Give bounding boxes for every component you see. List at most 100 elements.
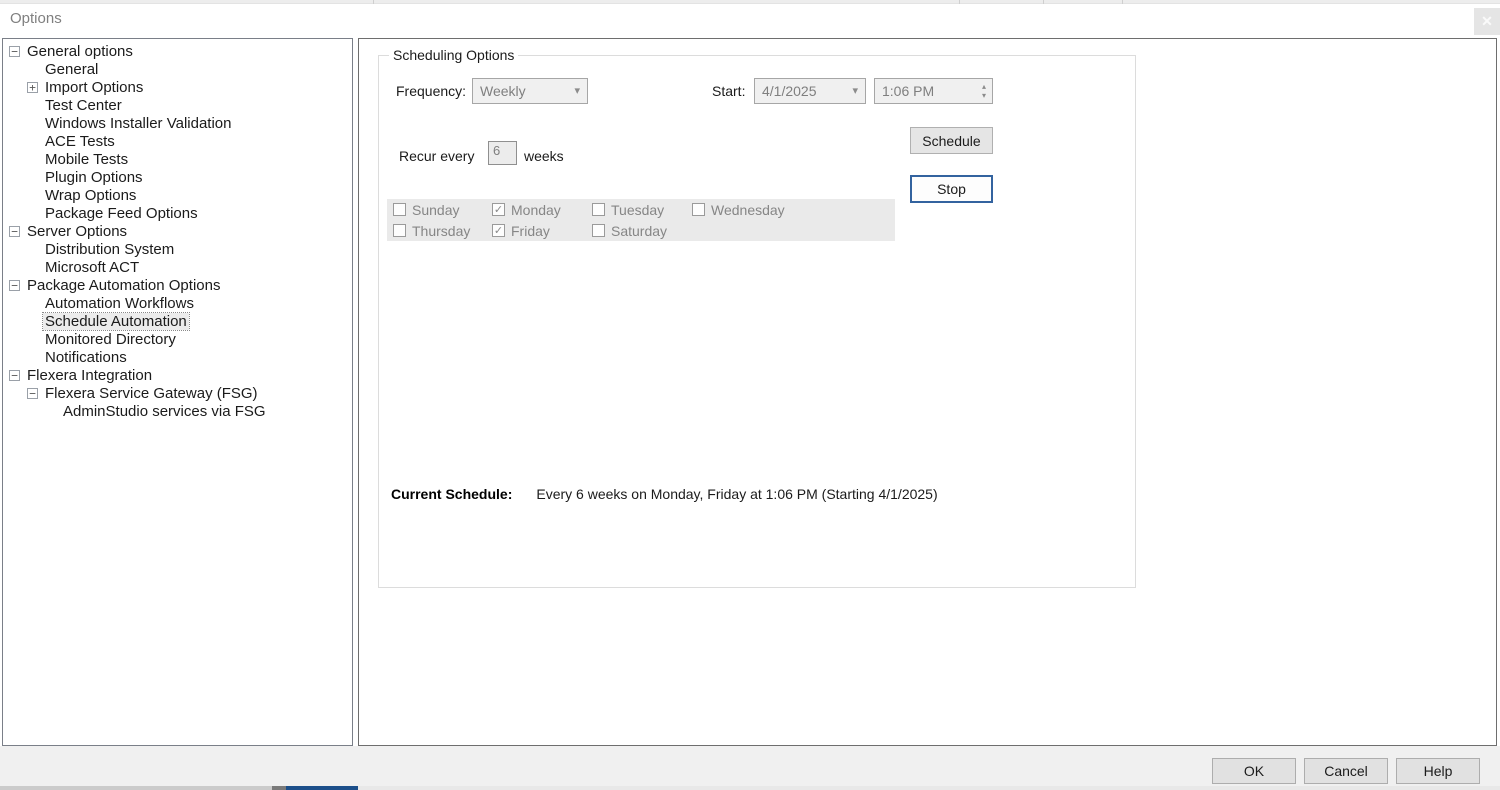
tree-item-package-feed-options[interactable]: Package Feed Options (3, 204, 352, 222)
frequency-value: Weekly (480, 83, 526, 99)
tree-item-label: Microsoft ACT (43, 259, 141, 276)
day-label: Sunday (412, 202, 459, 218)
day-label: Monday (511, 202, 561, 218)
collapse-icon[interactable]: − (9, 226, 20, 237)
scheduling-options-group: Scheduling Options Frequency: Weekly ▾ S… (378, 55, 1136, 588)
tree-item-label: ACE Tests (43, 133, 117, 150)
checkbox-unchecked-icon (393, 224, 406, 237)
recur-weeks-input[interactable]: 6 (488, 141, 517, 165)
tree-item-test-center[interactable]: Test Center (3, 96, 352, 114)
dialog-footer: OK Cancel Help (0, 746, 1500, 786)
recur-every-label: Recur every (399, 148, 474, 164)
chevron-down-icon: ▾ (852, 84, 858, 97)
tree-item-distribution-system[interactable]: Distribution System (3, 240, 352, 258)
start-label: Start: (712, 83, 745, 99)
day-checkbox-monday[interactable]: ✓ Monday (486, 199, 586, 220)
tree-item-server-options[interactable]: −Server Options (3, 222, 352, 240)
tree-item-schedule-automation[interactable]: Schedule Automation (3, 312, 352, 330)
start-date-value: 4/1/2025 (762, 83, 817, 99)
taskbar-edge (0, 786, 1500, 790)
frequency-select[interactable]: Weekly ▾ (472, 78, 588, 104)
cancel-button[interactable]: Cancel (1304, 758, 1388, 784)
day-checkbox-tuesday[interactable]: Tuesday (586, 199, 686, 220)
tree-item-mobile-tests[interactable]: Mobile Tests (3, 150, 352, 168)
main-panel: Scheduling Options Frequency: Weekly ▾ S… (358, 38, 1497, 746)
options-dialog: Options ✕ −General optionsGeneral+Import… (0, 0, 1500, 790)
help-button[interactable]: Help (1396, 758, 1480, 784)
collapse-icon[interactable]: − (9, 370, 20, 381)
background-toolbar-edge (0, 0, 1500, 4)
tree-item-general-options[interactable]: −General options (3, 42, 352, 60)
start-time-spinner[interactable]: 1:06 PM ▴▾ (874, 78, 993, 104)
tree-item-adminstudio-services-via-fsg[interactable]: AdminStudio services via FSG (3, 402, 352, 420)
tree-item-windows-installer-validation[interactable]: Windows Installer Validation (3, 114, 352, 132)
tree-item-label: AdminStudio services via FSG (61, 403, 268, 420)
tree-item-automation-workflows[interactable]: Automation Workflows (3, 294, 352, 312)
close-button[interactable]: ✕ (1474, 8, 1500, 35)
tree-item-general[interactable]: General (3, 60, 352, 78)
current-schedule-value: Every 6 weeks on Monday, Friday at 1:06 … (536, 486, 937, 502)
stop-button[interactable]: Stop (910, 175, 993, 203)
collapse-icon[interactable]: − (9, 46, 20, 57)
start-date-picker[interactable]: 4/1/2025 ▾ (754, 78, 866, 104)
collapse-icon[interactable]: − (27, 388, 38, 399)
tree-item-label: Server Options (25, 223, 129, 240)
taskbar-active-app-edge (286, 786, 358, 790)
options-tree: −General optionsGeneral+Import OptionsTe… (2, 38, 353, 746)
day-label: Thursday (412, 223, 470, 239)
tree-item-ace-tests[interactable]: ACE Tests (3, 132, 352, 150)
tree-item-label: Schedule Automation (43, 313, 189, 330)
ok-button[interactable]: OK (1212, 758, 1296, 784)
checkbox-unchecked-icon (592, 224, 605, 237)
weekday-checkbox-group: Sunday ✓ Monday Tuesday Wednesday Thursday ✓ Fr… (387, 199, 895, 241)
tree-item-label: Distribution System (43, 241, 176, 258)
group-title: Scheduling Options (389, 47, 518, 63)
day-label: Saturday (611, 223, 667, 239)
day-label: Wednesday (711, 202, 785, 218)
tree-item-import-options[interactable]: + Import Options (3, 78, 352, 96)
tree-item-flexera-service-gateway-fsg[interactable]: −Flexera Service Gateway (FSG) (3, 384, 352, 402)
schedule-button[interactable]: Schedule (910, 127, 993, 154)
day-checkbox-saturday[interactable]: Saturday (586, 220, 686, 241)
tree-item-label: Package Feed Options (43, 205, 200, 222)
checkbox-unchecked-icon (393, 203, 406, 216)
day-label: Tuesday (611, 202, 664, 218)
checkbox-unchecked-icon (692, 203, 705, 216)
close-icon: ✕ (1481, 13, 1493, 30)
tree-item-label: Wrap Options (43, 187, 138, 204)
tree-item-label: Automation Workflows (43, 295, 196, 312)
tree-item-label: Flexera Integration (25, 367, 154, 384)
frequency-label: Frequency: (396, 83, 466, 99)
checkbox-checked-icon: ✓ (492, 203, 505, 216)
start-time-value: 1:06 PM (882, 83, 934, 99)
checkbox-checked-icon: ✓ (492, 224, 505, 237)
tree-item-microsoft-act[interactable]: Microsoft ACT (3, 258, 352, 276)
tree-item-flexera-integration[interactable]: −Flexera Integration (3, 366, 352, 384)
collapse-icon[interactable]: − (9, 280, 20, 291)
current-schedule-row: Current Schedule: Every 6 weeks on Monda… (391, 486, 938, 502)
tree-item-label: Notifications (43, 349, 129, 366)
tree-item-label: General options (25, 43, 135, 60)
expand-icon[interactable]: + (27, 82, 38, 93)
checkbox-unchecked-icon (592, 203, 605, 216)
tree-item-label: Monitored Directory (43, 331, 178, 348)
day-checkbox-friday[interactable]: ✓ Friday (486, 220, 586, 241)
tree-item-monitored-directory[interactable]: Monitored Directory (3, 330, 352, 348)
day-checkbox-sunday[interactable]: Sunday (387, 199, 486, 220)
tree-item-label: General (43, 61, 100, 78)
tree-item-plugin-options[interactable]: Plugin Options (3, 168, 352, 186)
tree-item-label: Flexera Service Gateway (FSG) (43, 385, 260, 402)
tree-item-package-automation-options[interactable]: −Package Automation Options (3, 276, 352, 294)
tree-item-label: Import Options (43, 79, 145, 96)
tree-item-wrap-options[interactable]: Wrap Options (3, 186, 352, 204)
tree-item-label: Plugin Options (43, 169, 145, 186)
day-label: Friday (511, 223, 550, 239)
day-checkbox-wednesday[interactable]: Wednesday (686, 199, 895, 220)
tree-item-notifications[interactable]: Notifications (3, 348, 352, 366)
current-schedule-label: Current Schedule: (391, 486, 512, 502)
tree-item-label: Windows Installer Validation (43, 115, 233, 132)
day-checkbox-thursday[interactable]: Thursday (387, 220, 486, 241)
weeks-label: weeks (524, 148, 564, 164)
tree-item-label: Mobile Tests (43, 151, 130, 168)
tree-item-label: Test Center (43, 97, 124, 114)
